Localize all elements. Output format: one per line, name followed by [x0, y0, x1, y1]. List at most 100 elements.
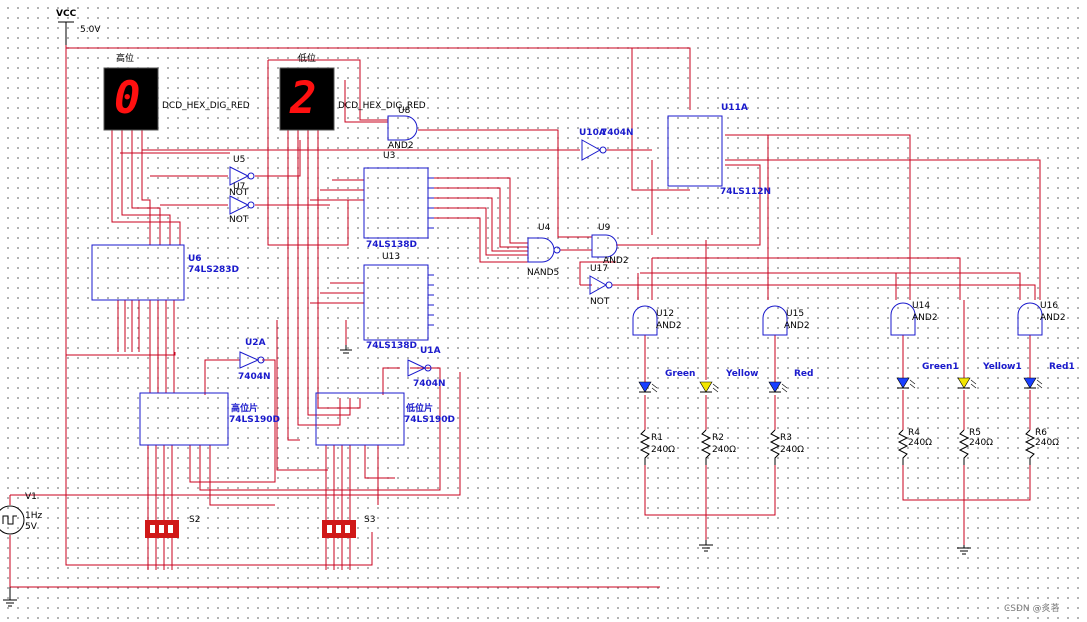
- watermark: CSDN @炙茗: [1004, 604, 1060, 614]
- r1-value: 240Ω: [651, 445, 676, 455]
- u6-ref: U6: [188, 254, 202, 264]
- r1-ref: R1: [651, 433, 663, 443]
- led-emission-arrow: [970, 379, 977, 385]
- high-counter: [139, 392, 229, 446]
- u17-type: NOT: [590, 297, 610, 307]
- led-red: [768, 381, 782, 393]
- u3-decoder: [363, 167, 429, 239]
- led-emission-arrow: [909, 379, 916, 385]
- u14-ref: U14: [912, 301, 931, 311]
- r6-value: 240Ω: [1035, 438, 1060, 448]
- display-low-part: DCD_HEX_DIG_RED: [338, 101, 426, 111]
- led-label-red1: Red1: [1049, 362, 1075, 372]
- display-high-part: DCD_HEX_DIG_RED: [162, 101, 250, 111]
- u9-ref: U9: [598, 223, 611, 233]
- led-emission-arrow: [781, 383, 788, 389]
- u12-type: AND2: [656, 321, 682, 331]
- u16-ref: U16: [1040, 301, 1059, 311]
- r6-resistor: [1024, 429, 1036, 465]
- u15-type: AND2: [784, 321, 810, 331]
- led-emission-arrow: [781, 387, 788, 393]
- u4-ref: U4: [538, 223, 551, 233]
- led-emission-arrow: [909, 383, 916, 389]
- u8-ref: U8: [398, 106, 411, 116]
- u6-adder: [91, 244, 185, 301]
- u2-type: 7404N: [238, 372, 271, 382]
- u2-not-gate: [239, 351, 260, 369]
- led-emission-arrow: [651, 383, 658, 389]
- lo-counter-name: 低位片: [406, 404, 434, 414]
- source-freq: 1Hz: [25, 511, 43, 521]
- u10-not-gate: [581, 139, 602, 161]
- wire-layer: [0, 21, 1043, 607]
- led-emission-arrow: [1036, 383, 1043, 389]
- r3-ref: R3: [780, 433, 792, 443]
- led-emission-arrow: [651, 387, 658, 393]
- u16-type: AND2: [1040, 313, 1066, 323]
- lo-counter-type: 74LS190D: [404, 415, 455, 425]
- u12-ref: U12: [656, 309, 675, 319]
- u5-type: NOT: [229, 188, 249, 198]
- u13-decoder: [363, 264, 429, 341]
- u4-type: NAND5: [527, 268, 560, 278]
- u11-type: 74LS112N: [720, 187, 772, 197]
- u13-ref: U13: [382, 252, 401, 262]
- source-ref: V1: [25, 492, 37, 502]
- r5-ref: R5: [969, 428, 981, 438]
- u1-type: 7404N: [413, 379, 446, 389]
- u10-type: 7404N: [601, 128, 634, 138]
- u6-type: 74LS283D: [188, 265, 239, 275]
- u7-not-gate: [229, 195, 250, 215]
- led-emission-arrow: [970, 383, 977, 389]
- led-green1: [896, 377, 910, 389]
- led-green: [638, 381, 652, 393]
- r2-resistor: [700, 429, 712, 465]
- u2-ref: U2A: [245, 338, 266, 348]
- u15-ref: U15: [786, 309, 805, 319]
- u8-and-gate: [387, 115, 418, 141]
- r1-resistor: [639, 429, 651, 465]
- u1-ref: U1A: [420, 346, 441, 356]
- u14-type: AND2: [912, 313, 938, 323]
- led-label-green1: Green1: [922, 362, 959, 372]
- u7-type: NOT: [229, 215, 249, 225]
- u3-ref: U3: [383, 151, 396, 161]
- source-amp: 5V: [25, 522, 37, 532]
- u8-type: AND2: [388, 141, 414, 151]
- u11-flipflop: [667, 115, 723, 187]
- led-emission-arrow: [712, 383, 719, 389]
- led-emission-arrow: [712, 387, 719, 393]
- u3-type: 74LS138D: [366, 240, 417, 250]
- u4-nand-gate: [527, 237, 555, 263]
- hi-counter-name: 高位片: [231, 404, 259, 414]
- led-label-red: Red: [794, 369, 814, 379]
- vcc-label: VCC: [56, 9, 77, 19]
- led-emission-arrow: [1036, 379, 1043, 385]
- s2-label: S2: [189, 515, 201, 525]
- clock-source-symbol: [0, 505, 25, 535]
- display-high-title: 高位: [116, 54, 135, 64]
- vcc-value: 5.0V: [80, 25, 101, 35]
- r6-ref: R6: [1035, 428, 1047, 438]
- led-red1: [1023, 377, 1037, 389]
- u11-ref: U11A: [721, 103, 748, 113]
- r5-resistor: [958, 429, 970, 465]
- display-low-title: 低位: [298, 54, 317, 64]
- u12-and-gate: [632, 305, 658, 336]
- schematic-canvas: 0 2 VCC 5.0V 高位 DCD_HEX_DIG_RED 低位 DCD_H…: [0, 0, 1087, 622]
- led-label-yellow1: Yellow1: [983, 362, 1022, 372]
- u17-not-gate: [589, 275, 608, 295]
- r3-value: 240Ω: [780, 445, 805, 455]
- r4-ref: R4: [908, 428, 920, 438]
- u9-and-gate: [591, 234, 618, 258]
- led-yellow: [699, 381, 713, 393]
- u13-type: 74LS138D: [366, 341, 417, 351]
- r2-value: 240Ω: [712, 445, 737, 455]
- s3-label: S3: [364, 515, 376, 525]
- r4-resistor: [897, 429, 909, 465]
- led-label-green: Green: [665, 369, 696, 379]
- u17-ref: U17: [590, 264, 609, 274]
- led-label-yellow: Yellow: [726, 369, 759, 379]
- u5-ref: U5: [233, 155, 246, 165]
- u16-and-gate: [1017, 302, 1043, 336]
